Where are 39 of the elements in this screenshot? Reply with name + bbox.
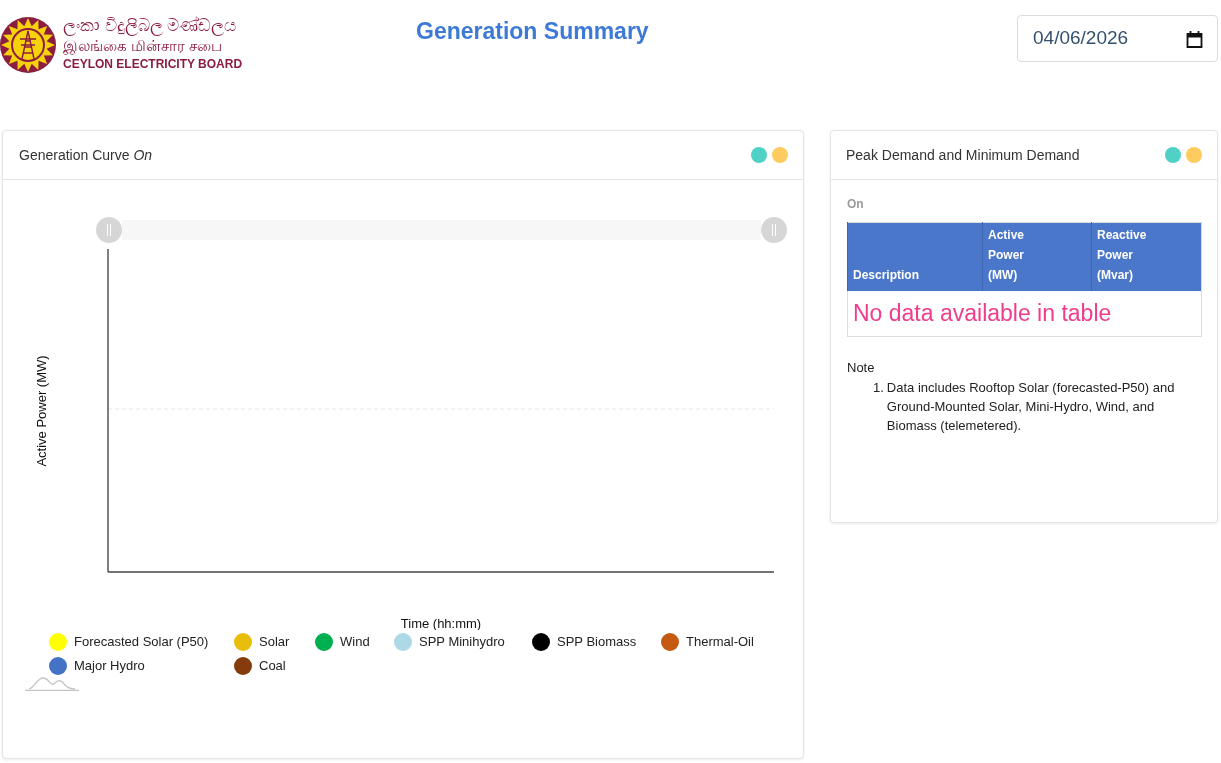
x-axis-label: Time (hh:mm) xyxy=(400,616,482,630)
date-field[interactable]: 04/06/2026 xyxy=(1017,15,1218,62)
column-header[interactable]: Reactive Power (Mvar) xyxy=(1091,222,1202,291)
legend-item[interactable]: Thermal-Oil xyxy=(661,633,803,651)
slider-handle[interactable] xyxy=(761,217,787,243)
page-title: Generation Summary xyxy=(416,17,649,46)
legend-item[interactable]: SPP Minihydro xyxy=(394,633,532,651)
list-number: 1. xyxy=(873,378,884,397)
legend-label: Major Hydro xyxy=(74,657,145,676)
empty-table-message: No data available in table xyxy=(853,300,1112,326)
emblem-logo xyxy=(0,17,56,73)
logo-text: CEYLON ELECTRICITY BOARD xyxy=(63,55,243,72)
legend-item[interactable]: SPP Biomass xyxy=(532,633,661,651)
legend-item[interactable]: Wind xyxy=(315,633,394,651)
legend-item[interactable]: Coal xyxy=(234,657,315,675)
card-subtitle: On xyxy=(847,196,864,212)
calendar-icon[interactable] xyxy=(1186,29,1203,48)
column-header[interactable]: Description xyxy=(847,222,983,291)
logo-text: ලංකා විදුලිබල මණ්ඩලය xyxy=(63,14,238,36)
card-title: Peak Demand and Minimum Demand xyxy=(846,145,1080,165)
slider-handle[interactable] xyxy=(96,217,122,243)
legend-item[interactable]: Forecasted Solar (P50) xyxy=(49,633,234,651)
note-text: Data includes Rooftop Solar (forecasted-P50) and Ground-Mounted Solar, Mini-Hydro, Wind, and Biomass (telemetered). xyxy=(886,378,1176,435)
column-header[interactable]: Active Power (MW) xyxy=(982,222,1092,291)
legend-label: Wind xyxy=(340,633,370,652)
card-title: Generation Curve On xyxy=(19,145,153,165)
y-axis-label: Active Power (MW) xyxy=(34,355,49,467)
legend-item[interactable]: Solar xyxy=(234,633,315,651)
legend-label: SPP Minihydro xyxy=(419,633,505,652)
note-label: Note xyxy=(847,358,875,377)
legend-label: SPP Biomass xyxy=(557,633,637,652)
legend-label: Thermal-Oil xyxy=(686,633,754,652)
legend-label: Forecasted Solar (P50) xyxy=(74,633,209,652)
legend-label: Coal xyxy=(259,657,286,676)
legend-item[interactable]: Major Hydro xyxy=(49,657,234,675)
logo-text: இலங்கை மின்சார சபை xyxy=(63,36,224,56)
legend-label: Solar xyxy=(259,633,290,652)
navigator-track[interactable] xyxy=(122,220,761,240)
wave-icon[interactable] xyxy=(25,676,79,691)
